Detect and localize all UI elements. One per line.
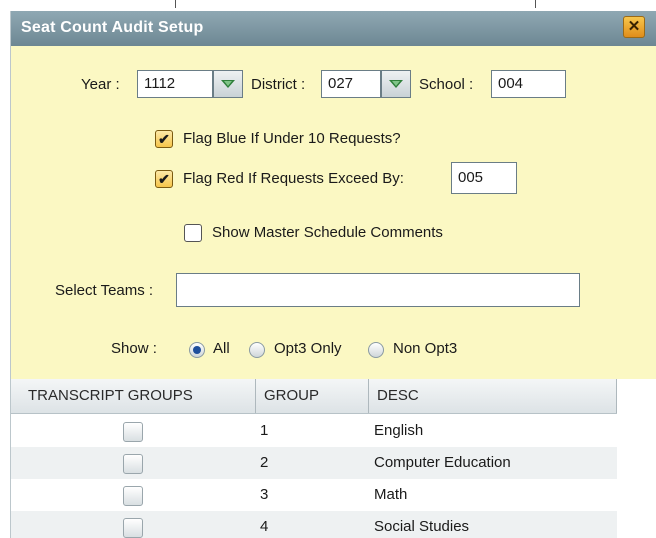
flag-red-label: Flag Red If Requests Exceed By: bbox=[183, 170, 404, 187]
row-group: 4 bbox=[260, 518, 269, 535]
column-header-group[interactable]: GROUP bbox=[256, 379, 369, 413]
show-non-opt3-label: Non Opt3 bbox=[393, 340, 458, 357]
row-checkbox[interactable] bbox=[123, 486, 143, 506]
checkmark-icon: ✔ bbox=[158, 131, 170, 147]
district-label: District : bbox=[251, 76, 306, 93]
district-dropdown-button[interactable] bbox=[381, 70, 411, 98]
show-all-label: All bbox=[213, 340, 230, 357]
select-teams-label: Select Teams : bbox=[55, 282, 154, 299]
show-non-opt3-radio[interactable] bbox=[368, 342, 384, 358]
select-teams-input[interactable] bbox=[176, 273, 580, 307]
row-desc: Social Studies bbox=[374, 518, 470, 535]
table-row[interactable]: 1 English bbox=[11, 415, 617, 447]
district-value: 027 bbox=[328, 75, 354, 92]
grid-header: TRANSCRIPT GROUPS GROUP DESC bbox=[11, 379, 617, 414]
close-icon: ✕ bbox=[627, 18, 641, 35]
show-opt3-only-radio[interactable] bbox=[249, 342, 265, 358]
row-group: 3 bbox=[260, 486, 269, 503]
year-select[interactable]: 1112 bbox=[137, 70, 213, 98]
row-group: 2 bbox=[260, 454, 269, 471]
show-opt3-only-label: Opt3 Only bbox=[274, 340, 342, 357]
school-label: School : bbox=[419, 76, 474, 93]
district-select[interactable]: 027 bbox=[321, 70, 381, 98]
flag-red-checkbox[interactable]: ✔ bbox=[155, 170, 173, 188]
show-all-radio[interactable] bbox=[189, 342, 205, 358]
dialog-titlebar[interactable]: Seat Count Audit Setup ✕ bbox=[11, 11, 656, 46]
background-tick bbox=[175, 0, 176, 8]
transcript-groups-grid: TRANSCRIPT GROUPS GROUP DESC 1 English 2… bbox=[11, 379, 656, 538]
show-master-comments-label: Show Master Schedule Comments bbox=[212, 224, 443, 241]
row-checkbox[interactable] bbox=[123, 422, 143, 442]
row-checkbox[interactable] bbox=[123, 454, 143, 474]
school-field[interactable]: 004 bbox=[491, 70, 566, 98]
close-button[interactable]: ✕ bbox=[623, 16, 645, 38]
flag-red-threshold-value: 005 bbox=[458, 169, 484, 186]
seat-count-audit-dialog: Seat Count Audit Setup ✕ Year : 1112 Dis… bbox=[10, 11, 656, 538]
flag-red-threshold-field[interactable]: 005 bbox=[451, 162, 517, 194]
row-desc: Computer Education bbox=[374, 454, 511, 471]
column-header-transcript-groups[interactable]: TRANSCRIPT GROUPS bbox=[11, 379, 256, 413]
row-desc: Math bbox=[374, 486, 408, 503]
row-checkbox[interactable] bbox=[123, 518, 143, 538]
table-row[interactable]: 4 Social Studies bbox=[11, 511, 617, 538]
show-label: Show : bbox=[111, 340, 157, 357]
table-row[interactable]: 2 Computer Education bbox=[11, 447, 617, 479]
year-value: 1112 bbox=[144, 75, 176, 92]
year-label: Year : bbox=[81, 76, 120, 93]
row-desc: English bbox=[374, 422, 424, 439]
chevron-down-icon bbox=[389, 80, 403, 88]
year-dropdown-button[interactable] bbox=[213, 70, 243, 98]
column-header-desc[interactable]: DESC bbox=[369, 379, 617, 413]
checkmark-icon: ✔ bbox=[158, 171, 170, 187]
setup-form: Year : 1112 District : 027 School : 004 … bbox=[11, 46, 656, 386]
school-value: 004 bbox=[498, 75, 524, 92]
flag-blue-label: Flag Blue If Under 10 Requests? bbox=[183, 130, 401, 147]
table-row[interactable]: 3 Math bbox=[11, 479, 617, 511]
show-master-comments-checkbox[interactable] bbox=[184, 224, 202, 242]
chevron-down-icon bbox=[221, 80, 235, 88]
row-group: 1 bbox=[260, 422, 269, 439]
dialog-title: Seat Count Audit Setup bbox=[21, 19, 204, 36]
background-tick bbox=[535, 0, 536, 8]
flag-blue-checkbox[interactable]: ✔ bbox=[155, 130, 173, 148]
